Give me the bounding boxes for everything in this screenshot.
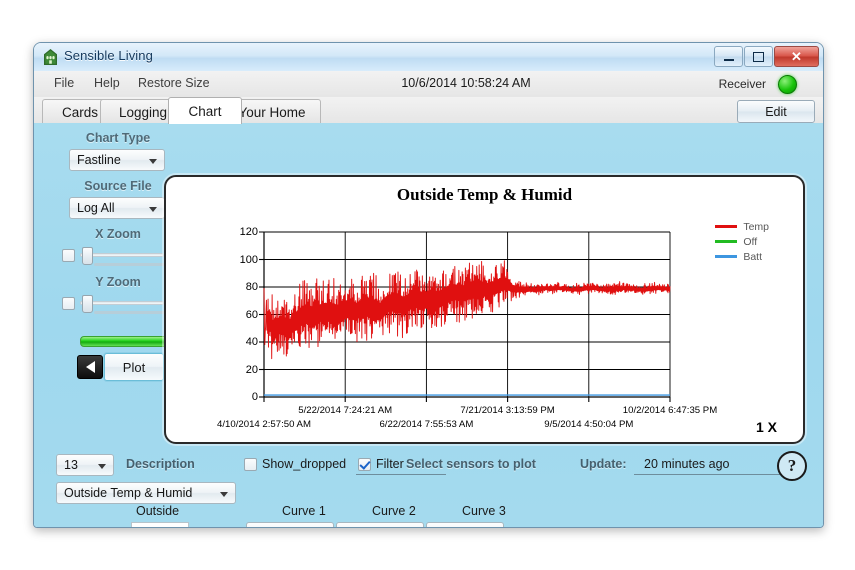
outside-label: Outside <box>136 504 180 518</box>
curve-1-value: Temp <box>254 526 285 527</box>
index-select[interactable]: 13 <box>56 454 114 476</box>
show-dropped-checkbox[interactable] <box>244 458 257 471</box>
x-axis-tick-label: 6/22/2014 7:55:53 AM <box>379 419 474 430</box>
tab-chart[interactable]: Chart <box>168 97 242 124</box>
menu-item-help[interactable]: Help <box>94 76 120 90</box>
chevron-down-icon <box>98 464 106 469</box>
minimize-button[interactable] <box>714 46 743 67</box>
y-zoom-slider-ticks <box>94 311 166 314</box>
samples-value: 3070 <box>131 522 189 527</box>
x-axis-tick-label: 10/2/2014 6:47:35 PM <box>622 405 718 416</box>
x-zoom-slider[interactable] <box>80 247 166 266</box>
y-zoom-slider[interactable] <box>80 295 166 314</box>
chevron-down-icon <box>220 492 228 497</box>
x-axis-tick-label: 7/21/2014 3:13:59 PM <box>460 405 555 416</box>
show-dropped-label: Show_dropped <box>262 457 347 471</box>
curve-1-select[interactable]: Temp <box>246 522 334 527</box>
menu-item-restore-size[interactable]: Restore Size <box>138 76 210 90</box>
chart-zoom-level: 1 X <box>755 419 777 435</box>
edit-button[interactable]: Edit <box>737 100 815 123</box>
description-label: Description <box>126 457 195 471</box>
current-datetime: 10/6/2014 10:58:24 AM <box>401 76 531 90</box>
receiver-label: Receiver <box>718 77 766 91</box>
sensor-group-value: Outside Temp & Humid <box>64 486 193 500</box>
filter-underline <box>356 474 446 475</box>
curve-3-select[interactable]: Batt <box>426 522 504 527</box>
update-underline <box>634 474 794 475</box>
window-title: Sensible Living <box>64 48 153 63</box>
house-icon <box>44 49 57 65</box>
x-zoom-slider-ticks <box>94 263 166 266</box>
x-zoom-label: X Zoom <box>95 227 141 241</box>
source-file-value: Log All <box>77 201 115 215</box>
y-zoom-label: Y Zoom <box>95 275 141 289</box>
chart-type-label: Chart Type <box>85 131 151 145</box>
select-sensors-label: Select sensors to plot <box>406 457 536 471</box>
chart-type-select[interactable]: Fastline <box>69 149 165 171</box>
maximize-button[interactable] <box>744 46 773 67</box>
help-button[interactable]: ? <box>777 451 807 481</box>
update-label: Update: <box>580 457 627 471</box>
x-axis-tick-label: 5/22/2014 7:24:21 AM <box>298 405 393 416</box>
menu-bar: File Help Restore Size 10/6/2014 10:58:2… <box>34 71 823 98</box>
curve-3-value: Batt <box>434 526 456 527</box>
tab-bar: Cards Logging Chart Your Home Edit <box>34 97 823 124</box>
update-value: 20 minutes ago <box>644 457 730 471</box>
main-panel: Chart Type Fastline Source File Log All … <box>34 123 823 527</box>
chart-panel[interactable]: Outside Temp & Humid Temp Off Batt 0 20 … <box>164 175 805 444</box>
close-button[interactable]: ✕ <box>774 46 819 67</box>
chart-controls-sidebar: Chart Type Fastline Source File Log All … <box>58 131 194 451</box>
scaling-label: Scaling <box>206 526 247 527</box>
chart-x-axis: 4/10/2014 2:57:50 AM 5/22/2014 7:24:21 AM… <box>166 177 803 442</box>
chevron-down-icon <box>149 207 157 212</box>
x-axis-tick-label: 9/5/2014 4:50:04 PM <box>544 419 634 430</box>
curve-1-label: Curve 1 <box>282 504 326 518</box>
x-zoom-checkbox[interactable] <box>62 249 75 262</box>
bottom-control-panel: 13 Description Show_dropped Filter Selec… <box>34 448 823 527</box>
x-axis-tick-label: 4/10/2014 2:57:50 AM <box>217 419 311 430</box>
sensor-group-select[interactable]: Outside Temp & Humid <box>56 482 236 504</box>
curve-2-value: Off <box>344 526 360 527</box>
filter-checkbox[interactable] <box>358 458 371 471</box>
receiver-status-indicator <box>778 75 797 94</box>
curve-3-label: Curve 3 <box>462 504 506 518</box>
source-file-label: Source File <box>84 179 152 193</box>
samples-label: Samples <box>60 526 109 527</box>
curve-2-select[interactable]: Off <box>336 522 424 527</box>
plot-button[interactable]: Plot <box>104 353 164 381</box>
screenshot-root: Sensible Living ✕ File Help Restore Size… <box>0 0 855 570</box>
filter-label: Filter <box>376 457 404 471</box>
x-zoom-slider-thumb[interactable] <box>82 247 93 265</box>
index-value: 13 <box>64 458 78 472</box>
previous-plot-button[interactable] <box>77 355 103 379</box>
source-file-select[interactable]: Log All <box>69 197 165 219</box>
y-zoom-slider-thumb[interactable] <box>82 295 93 313</box>
chevron-down-icon <box>149 159 157 164</box>
application-window: Sensible Living ✕ File Help Restore Size… <box>33 42 824 528</box>
curve-2-label: Curve 2 <box>372 504 416 518</box>
y-zoom-checkbox[interactable] <box>62 297 75 310</box>
title-bar: Sensible Living ✕ <box>34 43 823 71</box>
menu-item-file[interactable]: File <box>54 76 74 90</box>
window-buttons: ✕ <box>714 46 819 67</box>
chart-type-value: Fastline <box>77 153 121 167</box>
